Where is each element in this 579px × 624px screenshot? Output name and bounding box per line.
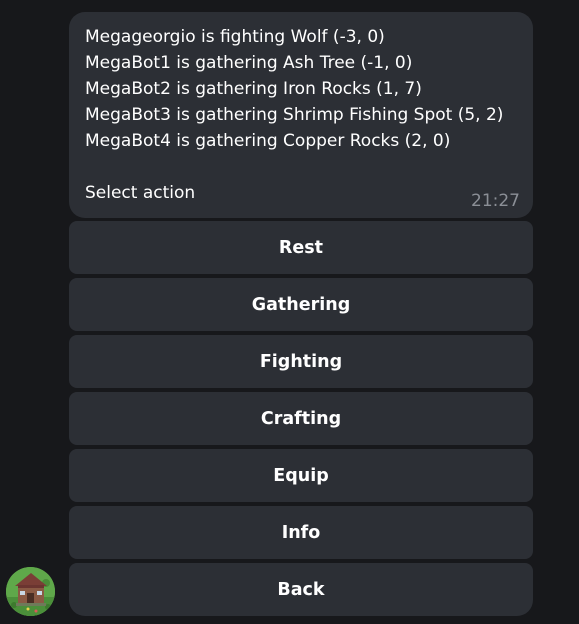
select-action-prompt: Select action	[85, 183, 196, 203]
status-line-2: MegaBot1 is gathering Ash Tree (-1, 0)	[85, 53, 413, 73]
bot-avatar-house-icon[interactable]	[6, 567, 55, 616]
status-line-4: MegaBot3 is gathering Shrimp Fishing Spo…	[85, 105, 504, 125]
chat-view: Megageorgio is fighting Wolf (-3, 0) Meg…	[0, 0, 579, 624]
inline-keyboard: Rest Gathering Fighting Crafting Equip I…	[69, 221, 533, 620]
rest-button[interactable]: Rest	[69, 221, 533, 274]
message-timestamp: 21:27	[471, 191, 520, 211]
back-button[interactable]: Back	[69, 563, 533, 616]
status-line-5: MegaBot4 is gathering Copper Rocks (2, 0…	[85, 131, 451, 151]
equip-button[interactable]: Equip	[69, 449, 533, 502]
gathering-button[interactable]: Gathering	[69, 278, 533, 331]
avatar-image	[6, 567, 55, 616]
status-line-1: Megageorgio is fighting Wolf (-3, 0)	[85, 27, 385, 47]
bot-message-bubble: Megageorgio is fighting Wolf (-3, 0) Meg…	[69, 12, 533, 218]
crafting-button[interactable]: Crafting	[69, 392, 533, 445]
status-line-3: MegaBot2 is gathering Iron Rocks (1, 7)	[85, 79, 422, 99]
fighting-button[interactable]: Fighting	[69, 335, 533, 388]
info-button[interactable]: Info	[69, 506, 533, 559]
